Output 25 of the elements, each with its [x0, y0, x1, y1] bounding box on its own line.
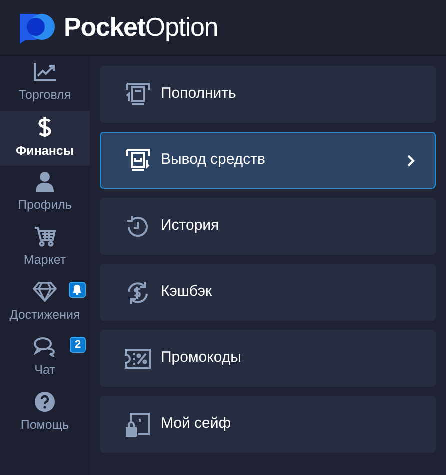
dollar-icon — [38, 116, 52, 138]
cart-icon — [34, 227, 56, 248]
safe-icon — [125, 412, 151, 436]
chart-icon — [33, 62, 57, 82]
count-badge: 2 — [70, 337, 86, 353]
cashback-icon — [125, 280, 151, 304]
logo-icon — [20, 12, 56, 44]
atm-icon — [125, 148, 151, 172]
menu-item[interactable]: История — [100, 198, 436, 255]
diamond-icon — [33, 282, 57, 302]
chevron-right-icon — [407, 154, 415, 166]
menu-item[interactable]: Кэшбэк — [100, 264, 436, 321]
sidebar-item[interactable]: Финансы — [0, 111, 90, 166]
menu-item[interactable]: Пополнить — [100, 66, 436, 123]
chat-icon — [34, 337, 56, 358]
menu-item[interactable]: Промокоды — [100, 330, 436, 387]
coupon-icon — [125, 348, 151, 368]
history-icon — [125, 214, 151, 238]
menu-item[interactable]: Вывод средств — [100, 132, 436, 189]
menu-item[interactable]: Мой сейф — [100, 396, 436, 453]
help-icon — [35, 392, 55, 412]
person-icon — [36, 172, 54, 192]
bell-badge-icon — [69, 282, 86, 298]
logo-text: PocketOption — [64, 11, 218, 44]
atm-icon — [125, 82, 151, 106]
